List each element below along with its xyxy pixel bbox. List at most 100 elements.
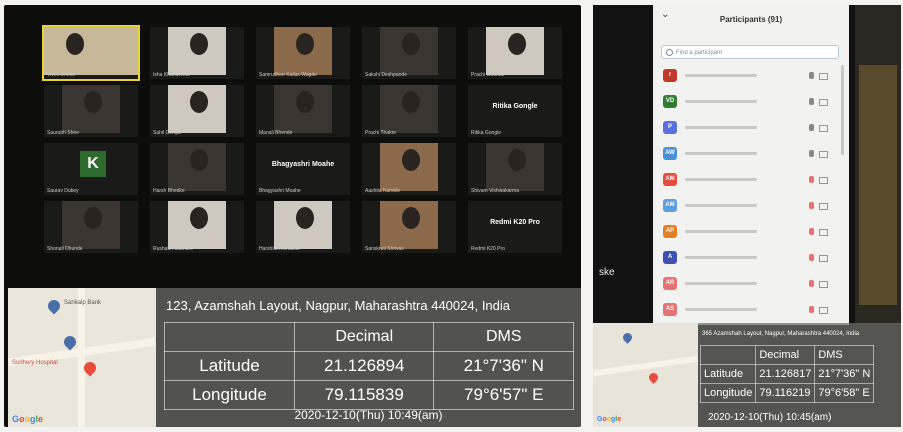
- search-icon: [666, 49, 673, 56]
- map-thumbnail: Sankalp Bank Sudhery Hospital Google: [8, 288, 156, 427]
- participant-name: Sahil Gongle: [153, 130, 182, 136]
- map-label: Sankalp Bank: [64, 300, 102, 306]
- participant-row[interactable]: AM: [663, 199, 843, 213]
- video-tile[interactable]: Sahil Gongle: [150, 85, 244, 137]
- participant-name: Prachi Thakre: [365, 130, 397, 136]
- video-tile[interactable]: Samrudhee Kailas Wagde: [256, 27, 350, 79]
- avatar: A: [663, 251, 677, 264]
- video-feed: [168, 27, 226, 75]
- video-tile[interactable]: Rushabh Sakhare: [150, 201, 244, 253]
- participant-name: Sakshi Deshpande: [365, 72, 407, 78]
- participant-name: Bhagyashri Moahe: [259, 188, 301, 194]
- avatar: AW: [663, 147, 677, 160]
- latitude-label: Latitude: [699, 364, 757, 384]
- camera-icon[interactable]: [819, 177, 828, 184]
- participant-row[interactable]: AP: [663, 225, 843, 239]
- video-tile[interactable]: Isha Khandelwal: [150, 27, 244, 79]
- participant-name: Saurav Dubey: [47, 188, 79, 194]
- video-tile[interactable]: Redmi K20 Pro Redmi K20 Pro: [468, 201, 562, 253]
- camera-icon[interactable]: [819, 125, 828, 132]
- tile-display-name: Redmi K20 Pro: [490, 219, 540, 226]
- longitude-decimal: 79.116219: [755, 383, 816, 403]
- microphone-icon[interactable]: [809, 280, 814, 287]
- participant-row[interactable]: AM: [663, 173, 843, 187]
- participant-row[interactable]: P: [663, 121, 843, 135]
- participant-name: [685, 282, 757, 285]
- camera-icon[interactable]: [819, 99, 828, 106]
- video-feed: [274, 85, 332, 133]
- latitude-dms: 21°7'36" N: [814, 364, 875, 384]
- video-tile[interactable]: Saurabh Shee: [44, 85, 138, 137]
- microphone-icon[interactable]: [809, 98, 814, 105]
- microphone-icon[interactable]: [809, 228, 814, 235]
- camera-icon[interactable]: [819, 203, 828, 210]
- camera-icon[interactable]: [819, 307, 828, 314]
- map-thumbnail: Google: [593, 323, 698, 427]
- microphone-icon[interactable]: [809, 254, 814, 261]
- camera-icon[interactable]: [819, 281, 828, 288]
- participant-row[interactable]: AW: [663, 147, 843, 161]
- video-tile[interactable]: Prachi Thakre: [362, 85, 456, 137]
- microphone-icon[interactable]: [809, 72, 814, 79]
- latitude-decimal: 21.126817: [755, 364, 816, 384]
- video-tile[interactable]: Prachi Gourkar: [468, 27, 562, 79]
- tile-display-name: Ritika Gongle: [492, 103, 538, 110]
- find-placeholder: Find a participant: [676, 50, 723, 56]
- latitude-dms: 21°7'36" N: [433, 351, 574, 381]
- participant-name: Samrudhee Kailas Wagde: [259, 72, 317, 78]
- participant-name: [685, 152, 757, 155]
- video-feed: [486, 27, 544, 75]
- avatar: K: [80, 151, 106, 177]
- video-feed: [168, 85, 226, 133]
- video-tile[interactable]: Bhagyashri Moahe Bhagyashri Moahe: [256, 143, 350, 195]
- participant-row[interactable]: AS: [663, 303, 843, 317]
- video-tile[interactable]: Shonali Dhunde: [44, 201, 138, 253]
- video-tile[interactable]: K Saurav Dubey: [44, 143, 138, 195]
- participant-row[interactable]: r: [663, 69, 843, 83]
- camera-icon[interactable]: [819, 255, 828, 262]
- participant-name: Redmi K20 Pro: [471, 246, 505, 252]
- participant-name: [685, 308, 757, 311]
- video-tile[interactable]: Manali Bhende: [256, 85, 350, 137]
- video-tile[interactable]: Harsh Bhedke: [150, 143, 244, 195]
- dms-header: DMS: [814, 345, 875, 365]
- participant-row[interactable]: A: [663, 251, 843, 265]
- longitude-dms: 79°6'58" E: [814, 383, 875, 403]
- participant-name: [685, 126, 757, 129]
- participant-row[interactable]: AR: [663, 277, 843, 291]
- coordinates-table: Decimal DMS Latitude 21.126817 21°7'36" N L…: [699, 345, 875, 403]
- video-tile[interactable]: Harshita Kolhatkar: [256, 201, 350, 253]
- microphone-icon[interactable]: [809, 306, 814, 313]
- video-tile[interactable]: Shivam Vishwakarma: [468, 143, 562, 195]
- camera-icon[interactable]: [819, 151, 828, 158]
- video-tile[interactable]: Aashita Kamble: [362, 143, 456, 195]
- microphone-icon[interactable]: [809, 176, 814, 183]
- participant-name: [685, 100, 757, 103]
- video-feed: [62, 85, 120, 133]
- microphone-icon[interactable]: [809, 150, 814, 157]
- video-tile[interactable]: Sakshi Deshpande: [362, 27, 456, 79]
- address-text: 123, Azamshah Layout, Nagpur, Maharashtr…: [166, 298, 511, 313]
- avatar: VD: [663, 95, 677, 108]
- video-feed: [380, 85, 438, 133]
- participants-panel: ⌄ Participants (91) Find a participant r…: [653, 5, 849, 325]
- dms-header: DMS: [433, 322, 574, 352]
- camera-icon[interactable]: [819, 73, 828, 80]
- video-tile[interactable]: Vivek Dhoke: [42, 25, 140, 81]
- participants-title: Participants (91): [719, 15, 783, 24]
- longitude-label: Longitude: [699, 383, 757, 403]
- participant-name: [685, 178, 757, 181]
- camera-icon[interactable]: [819, 229, 828, 236]
- video-tile[interactable]: Sanskruti Shrivas: [362, 201, 456, 253]
- video-feed: [274, 201, 332, 249]
- scrollbar[interactable]: [841, 65, 844, 155]
- map-road: [78, 288, 85, 427]
- microphone-icon[interactable]: [809, 202, 814, 209]
- microphone-icon[interactable]: [809, 124, 814, 131]
- side-text: ske: [599, 267, 615, 278]
- participant-row[interactable]: VD: [663, 95, 843, 109]
- location-pin-icon: [45, 297, 63, 315]
- find-participant-input[interactable]: Find a participant: [661, 45, 839, 59]
- video-tile[interactable]: Ritika Gongle Ritika Gongle: [468, 85, 562, 137]
- google-logo: Google: [597, 416, 622, 423]
